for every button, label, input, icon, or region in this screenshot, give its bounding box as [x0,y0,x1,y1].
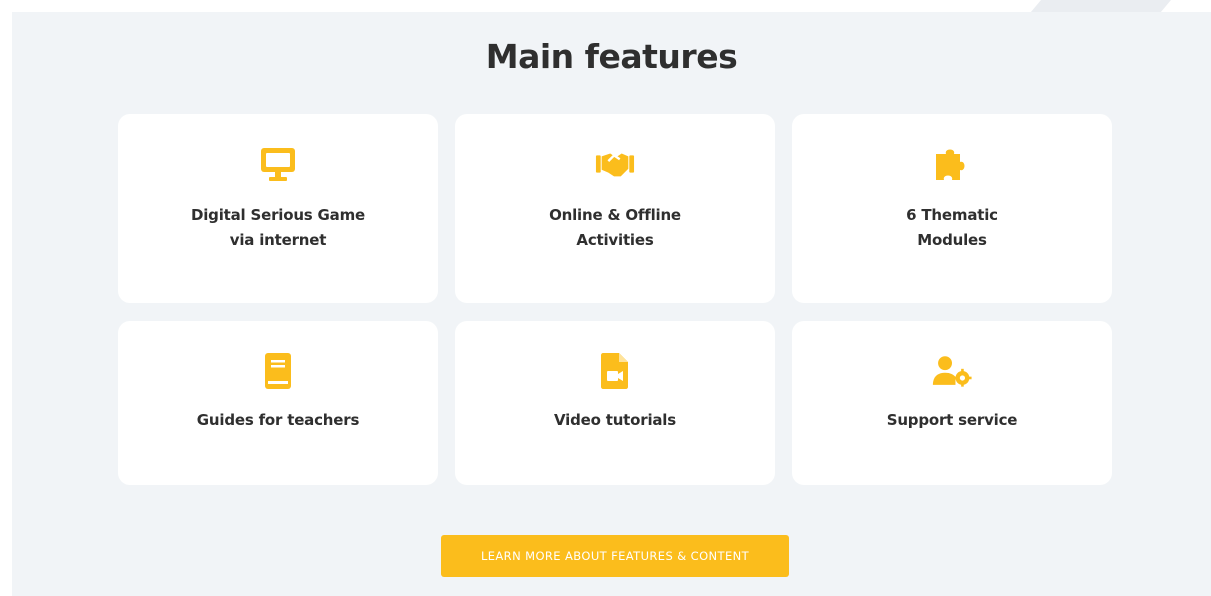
section-title: Main features [485,37,738,76]
feature-card-support-service: Support service [792,321,1112,485]
feature-label: Online & Offline Activities [549,206,681,249]
feature-card-thematic-modules: 6 Thematic Modules [792,114,1112,303]
learn-more-button[interactable]: LEARN MORE ABOUT FEATURES & CONTENT [441,535,789,577]
monitor-icon [258,144,298,184]
feature-card-video-tutorials: Video tutorials [455,321,775,485]
feature-card-online-offline-activities: Online & Offline Activities [455,114,775,303]
handshake-icon [595,144,635,184]
feature-card-guides-for-teachers: Guides for teachers [118,321,438,485]
feature-label: Guides for teachers [196,411,360,429]
feature-label: Video tutorials [554,411,676,429]
main-features-section: Main features Digital Serious Game via i… [12,12,1211,596]
puzzle-piece-icon [932,144,972,184]
video-file-icon [595,351,635,391]
feature-label: Digital Serious Game via internet [190,206,365,249]
feature-label: Support service [886,411,1018,429]
feature-card-digital-serious-game: Digital Serious Game via internet [118,114,438,303]
user-cog-icon [932,351,972,391]
book-icon [258,351,298,391]
feature-label: 6 Thematic Modules [906,206,998,249]
